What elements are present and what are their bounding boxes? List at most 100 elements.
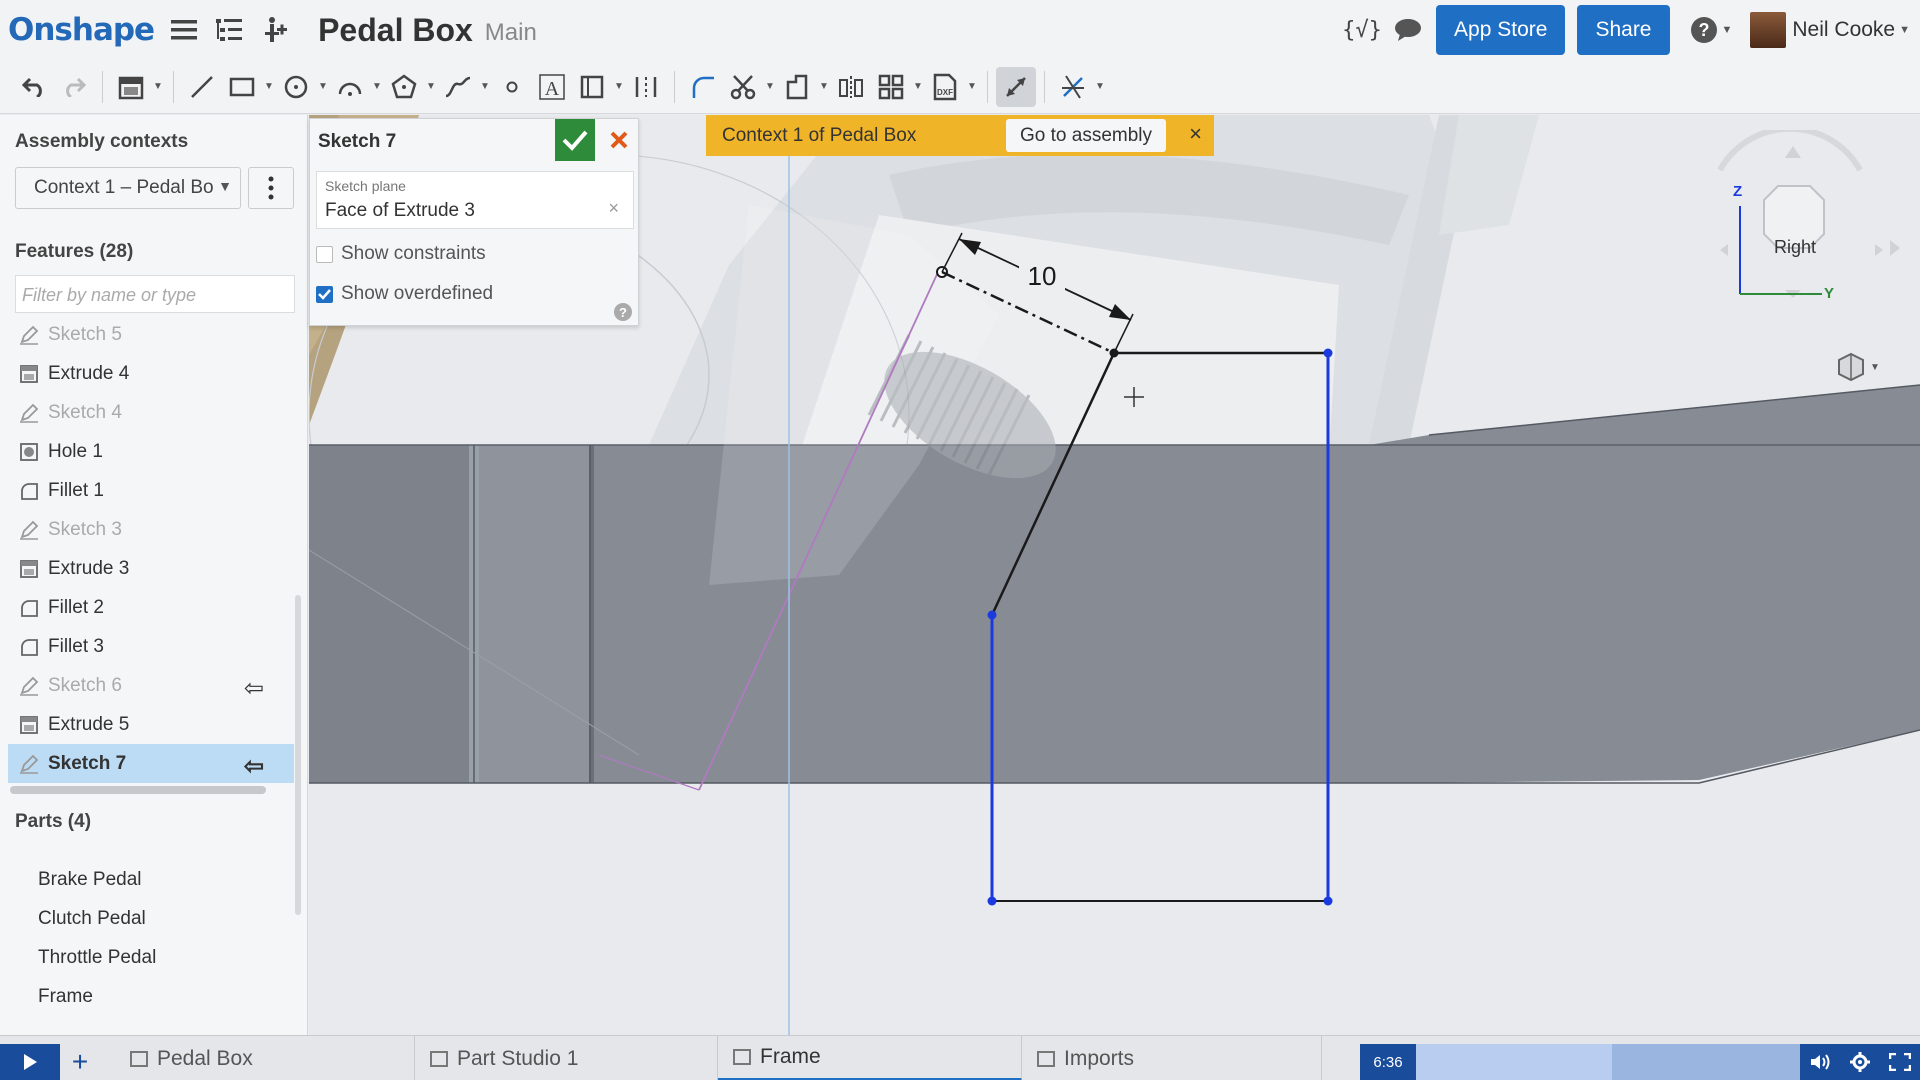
checkbox-checked-icon[interactable] (316, 285, 333, 303)
view-cube-face-label[interactable]: Right (1765, 237, 1825, 258)
caret-down-icon[interactable]: ▼ (911, 67, 925, 107)
part-item[interactable]: Throttle Pedal (38, 938, 156, 977)
feature-item-extrude-5[interactable]: Extrude 5 (8, 705, 294, 744)
dimension-tool-icon[interactable] (996, 66, 1036, 107)
dxf-export-icon[interactable]: DXF (925, 67, 965, 107)
rollback-arrow-icon[interactable]: ⇦ (244, 674, 264, 703)
feature-item-sketch-7[interactable]: Sketch 7 ⇦ (8, 744, 294, 783)
caret-down-icon[interactable]: ▼ (424, 67, 438, 107)
tab-pedal-box[interactable]: Pedal Box (115, 1036, 415, 1080)
app-store-button[interactable]: App Store (1436, 5, 1566, 55)
feature-list-scrollbar[interactable] (295, 595, 301, 915)
checkbox-icon[interactable] (316, 245, 333, 263)
context-select[interactable]: Context 1 – Pedal Bo ▼ (15, 167, 241, 209)
mirror-tool-icon[interactable] (831, 67, 871, 107)
tab-imports[interactable]: Imports (1022, 1036, 1322, 1080)
feature-label: Extrude 3 (48, 557, 130, 579)
fillet-icon (18, 480, 40, 502)
caret-down-icon[interactable]: ▼ (763, 67, 777, 107)
part-item[interactable]: Frame (38, 977, 156, 1016)
onshape-logo[interactable]: Onshape (8, 12, 155, 48)
feature-item-fillet-1[interactable]: Fillet 1 (8, 471, 294, 510)
fillet-tool-icon[interactable] (683, 67, 723, 107)
sketch-plane-field[interactable]: Sketch plane Face of Extrude 3 × (316, 171, 634, 229)
pattern-tool-icon[interactable] (871, 67, 911, 107)
feature-item-sketch-6[interactable]: Sketch 6 ⇦ (8, 666, 294, 705)
help-caret-icon[interactable]: ▼ (1722, 24, 1733, 36)
accept-button[interactable] (555, 119, 595, 161)
comments-icon[interactable] (1392, 14, 1424, 46)
close-icon[interactable]: × (1189, 121, 1202, 147)
insert-image-icon[interactable] (572, 67, 612, 107)
caret-down-icon[interactable]: ▼ (965, 67, 979, 107)
feature-item-extrude-3[interactable]: Extrude 3 (8, 549, 294, 588)
progress-bar[interactable] (1416, 1044, 1800, 1080)
volume-button[interactable] (1800, 1044, 1840, 1080)
cancel-button[interactable] (600, 119, 638, 161)
feature-label: Sketch 7 (48, 752, 127, 774)
feature-label: Fillet 2 (48, 596, 104, 618)
trim-tool-icon[interactable] (723, 67, 763, 107)
spline-tool-icon[interactable] (438, 67, 478, 107)
use-tool-icon[interactable] (777, 67, 817, 107)
feature-filter-input[interactable]: Filter by name or type (15, 275, 295, 313)
help-icon[interactable]: ? (1688, 14, 1720, 46)
feature-list-hscrollbar[interactable] (10, 786, 266, 794)
feature-item-fillet-3[interactable]: Fillet 3 (8, 627, 294, 666)
polygon-tool-icon[interactable] (384, 67, 424, 107)
feature-list-icon[interactable] (214, 14, 246, 46)
rollback-arrow-icon[interactable]: ⇦ (244, 752, 264, 781)
tab-frame[interactable]: Frame (718, 1036, 1022, 1080)
caret-down-icon[interactable]: ▼ (370, 67, 384, 107)
undo-icon[interactable] (14, 67, 54, 107)
redo-icon[interactable] (54, 67, 94, 107)
feature-tools-icon[interactable] (111, 67, 151, 107)
show-constraints-checkbox[interactable]: Show constraints (316, 243, 486, 265)
text-tool-icon[interactable]: A (532, 67, 572, 107)
caret-down-icon[interactable]: ▼ (1093, 67, 1107, 107)
part-item[interactable]: Brake Pedal (38, 860, 156, 899)
caret-down-icon[interactable]: ▼ (817, 67, 831, 107)
caret-down-icon[interactable]: ▼ (316, 67, 330, 107)
user-caret-icon[interactable]: ▼ (1899, 24, 1910, 36)
kebab-menu-icon[interactable] (248, 167, 294, 209)
menu-icon[interactable] (168, 14, 200, 46)
feature-item-sketch-3[interactable]: Sketch 3 (8, 510, 294, 549)
play-button[interactable] (0, 1044, 60, 1080)
fullscreen-button[interactable] (1880, 1044, 1920, 1080)
part-item[interactable]: Clutch Pedal (38, 899, 156, 938)
caret-down-icon[interactable]: ▼ (612, 67, 626, 107)
line-tool-icon[interactable] (182, 67, 222, 107)
user-name[interactable]: Neil Cooke (1792, 18, 1895, 42)
feature-item-fillet-2[interactable]: Fillet 2 (8, 588, 294, 627)
clear-icon[interactable]: × (608, 198, 619, 219)
caret-down-icon[interactable]: ▼ (151, 67, 165, 107)
avatar[interactable] (1750, 12, 1787, 48)
caret-down-icon[interactable]: ▼ (478, 67, 492, 107)
share-button[interactable]: Share (1577, 5, 1670, 55)
help-icon[interactable]: ? (614, 303, 632, 321)
circle-tool-icon[interactable] (276, 67, 316, 107)
point-tool-icon[interactable] (492, 67, 532, 107)
play-icon (24, 1054, 37, 1070)
view-cube[interactable]: Right Z Y (1680, 125, 1900, 362)
caret-down-icon[interactable]: ▼ (262, 67, 276, 107)
tab-part-studio-1[interactable]: Part Studio 1 (415, 1036, 718, 1080)
rectangle-tool-icon[interactable] (222, 67, 262, 107)
settings-button[interactable] (1840, 1044, 1880, 1080)
constraint-tool-icon[interactable] (1053, 67, 1093, 107)
variable-icon[interactable]: {√} (1342, 14, 1382, 46)
feature-item-sketch-5[interactable]: Sketch 5 (8, 315, 294, 354)
add-tab-button[interactable]: + (60, 1044, 100, 1080)
show-overdefined-checkbox[interactable]: Show overdefined (316, 283, 493, 305)
go-to-assembly-button[interactable]: Go to assembly (1006, 119, 1166, 152)
dimension-value[interactable]: 10 (1028, 261, 1057, 291)
insert-part-icon[interactable] (260, 14, 292, 46)
arc-tool-icon[interactable] (330, 67, 370, 107)
render-mode-icon[interactable]: ▼ (1836, 352, 1880, 382)
feature-item-extrude-4[interactable]: Extrude 4 (8, 354, 294, 393)
branch-label[interactable]: Main (485, 19, 537, 47)
feature-item-hole-1[interactable]: Hole 1 (8, 432, 294, 471)
construction-tool-icon[interactable] (626, 67, 666, 107)
feature-item-sketch-4[interactable]: Sketch 4 (8, 393, 294, 432)
